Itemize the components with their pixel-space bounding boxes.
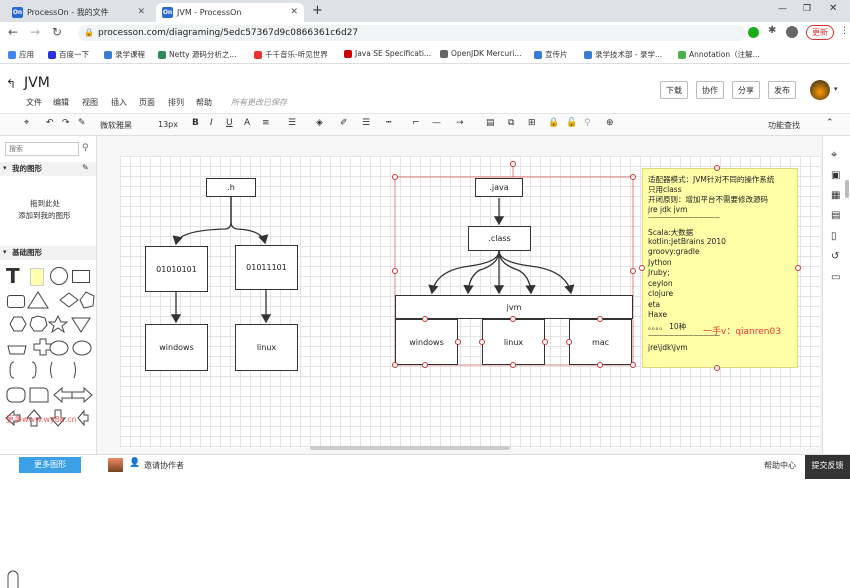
connection-point[interactable] [422,316,428,322]
connection-point[interactable] [542,339,548,345]
help-center-link[interactable]: 帮助中心 [764,460,796,471]
connection-point[interactable] [597,362,603,368]
connection-point[interactable] [422,362,428,368]
note-line: clojure [648,289,674,298]
note-handle-s[interactable] [714,365,720,371]
connector-h-to-b2 [230,197,269,245]
scrollbar[interactable] [845,180,849,198]
note-line: kotlin:JetBrains 2010 [648,237,726,246]
note-handle-n[interactable] [714,165,720,171]
document-icon[interactable]: ▯ [831,231,837,242]
resize-handle-se[interactable] [630,362,636,368]
note-handle-e[interactable] [795,265,801,271]
node-class[interactable]: .class [468,226,531,251]
right-sidebar: ⌖ ▣ ▦ ▤ ▯ ↺ ▭ [822,136,850,454]
connector-class-to-jvm-5 [498,250,575,295]
arch-shape-icon [7,570,19,588]
data-icon[interactable]: ▤ [831,210,840,221]
connection-point[interactable] [479,339,485,345]
note-line: ceylon [648,279,673,288]
note-line: 开闭原则：增加平台不需要修改源码 [648,195,768,204]
note-line: Haxe [648,310,668,319]
connection-point[interactable] [597,316,603,322]
add-user-icon[interactable]: 👤 [129,458,140,468]
connector-class-to-jvm-1 [428,250,500,295]
invite-collaborators[interactable]: 邀请协作者 [144,460,184,471]
note-line: 。。。。 10种 [648,322,687,331]
resize-handle-nw[interactable] [392,174,398,180]
note-line: eta [648,300,661,309]
connection-point[interactable] [566,339,572,345]
node-mac-right[interactable]: mac [569,319,632,365]
node-windows-right[interactable]: windows [395,319,458,365]
footer-bar: 更多图形 👤 邀请协作者 帮助中心 提交反馈 [0,454,850,479]
collaborator-avatar [108,458,123,472]
comment-icon[interactable]: ▭ [831,272,840,283]
node-windows-left[interactable]: windows [145,324,208,371]
more-shapes-button[interactable]: 更多图形 [19,457,81,473]
note-line: jre jdk jvm [648,205,688,214]
node-java[interactable]: .java [475,178,523,197]
navigator-icon[interactable]: ⌖ [831,148,837,162]
resize-handle-e[interactable] [630,268,636,274]
node-binary-2[interactable]: 01011101 [235,245,298,290]
resize-handle-sw[interactable] [392,362,398,368]
note-line: Jython [648,258,672,267]
connection-point[interactable] [510,316,516,322]
resize-handle-ne[interactable] [630,174,636,180]
connection-point[interactable] [455,339,461,345]
page-style-icon[interactable]: ▣ [831,170,840,181]
note-line: groovy:gradle [648,247,700,256]
connector-class-to-jvm-4 [498,250,536,295]
connector-class-to-jvm-2 [463,250,500,295]
note-line: Jruby; [648,268,670,277]
node-linux-right[interactable]: linux [482,319,545,365]
resize-handle-s[interactable] [510,362,516,368]
note-separator: ----------------------------------------… [648,214,720,221]
rotate-handle[interactable] [510,161,516,167]
note-line: jre\jdk\jvm [648,343,688,352]
resize-handle-w[interactable] [392,268,398,274]
note-handle-w[interactable] [639,265,645,271]
feedback-button[interactable]: 提交反馈 [805,455,850,479]
wechat-overlay-text: 一手v：qianren03 [703,327,781,337]
node-binary-1[interactable]: 01010101 [145,246,208,292]
node-linux-left[interactable]: linux [235,324,298,371]
connector-h-to-b1 [172,197,232,246]
history-icon[interactable]: ↺ [831,251,839,262]
horizontal-scrollbar[interactable] [310,446,510,450]
sticky-note[interactable]: 适配器模式：JVM针对不同的操作系统 只用class 开闭原则：增加平台不需要修… [642,168,798,368]
theme-icon[interactable]: ▦ [831,190,840,201]
node-h[interactable]: .h [206,178,256,197]
